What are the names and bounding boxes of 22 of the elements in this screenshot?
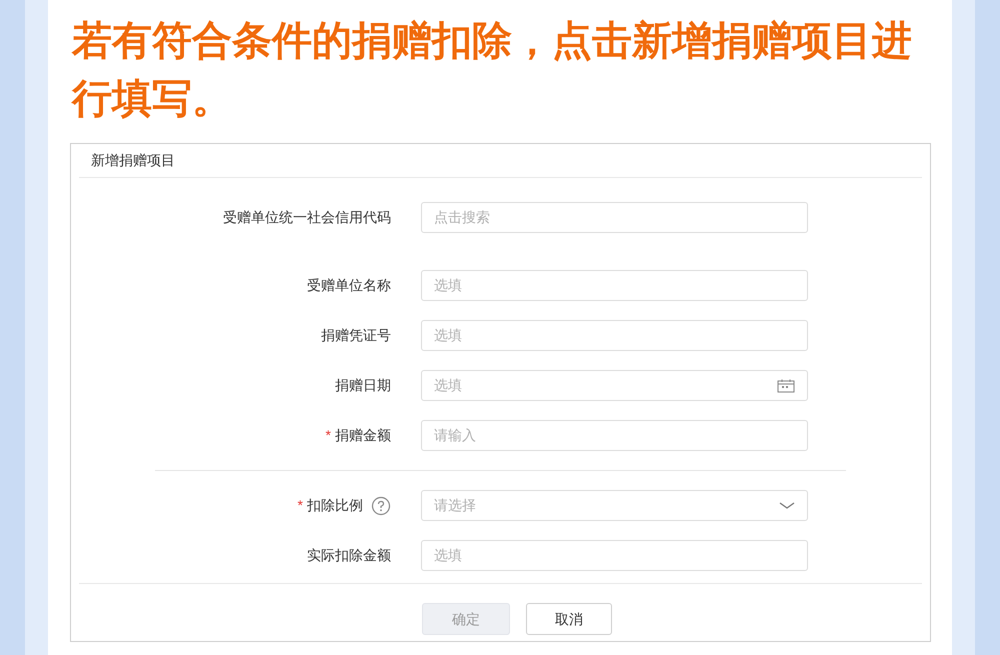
field-label: 捐赠凭证号: [321, 326, 391, 345]
field-label: 实际扣除金额: [307, 546, 391, 565]
calendar-icon: [777, 378, 795, 392]
form-title: 新增捐赠项目: [91, 151, 175, 170]
field-label: 受赠单位统一社会信用代码: [223, 208, 391, 227]
field-label: 捐赠日期: [335, 376, 391, 395]
input-field[interactable]: 选填: [421, 540, 808, 571]
input-field[interactable]: 请输入: [421, 420, 808, 451]
help-icon: [371, 496, 391, 516]
select-field[interactable]: 请选择: [421, 490, 808, 521]
chevron-down-icon: [779, 502, 795, 510]
date-field[interactable]: 选填: [421, 370, 808, 401]
input-field[interactable]: 点击搜索: [421, 202, 808, 233]
input-field[interactable]: 选填: [421, 270, 808, 301]
cancel-button[interactable]: 取消: [526, 603, 612, 635]
required-mark: *: [298, 496, 303, 515]
input-field[interactable]: 选填: [421, 320, 808, 351]
field-label: 受赠单位名称: [307, 276, 391, 295]
instruction-heading: 若有符合条件的捐赠扣除，点击新增捐赠项目进行填写。: [72, 18, 913, 123]
field-label: 扣除比例: [307, 496, 363, 515]
required-mark: *: [326, 426, 331, 445]
field-label: 捐赠金额: [335, 426, 391, 445]
